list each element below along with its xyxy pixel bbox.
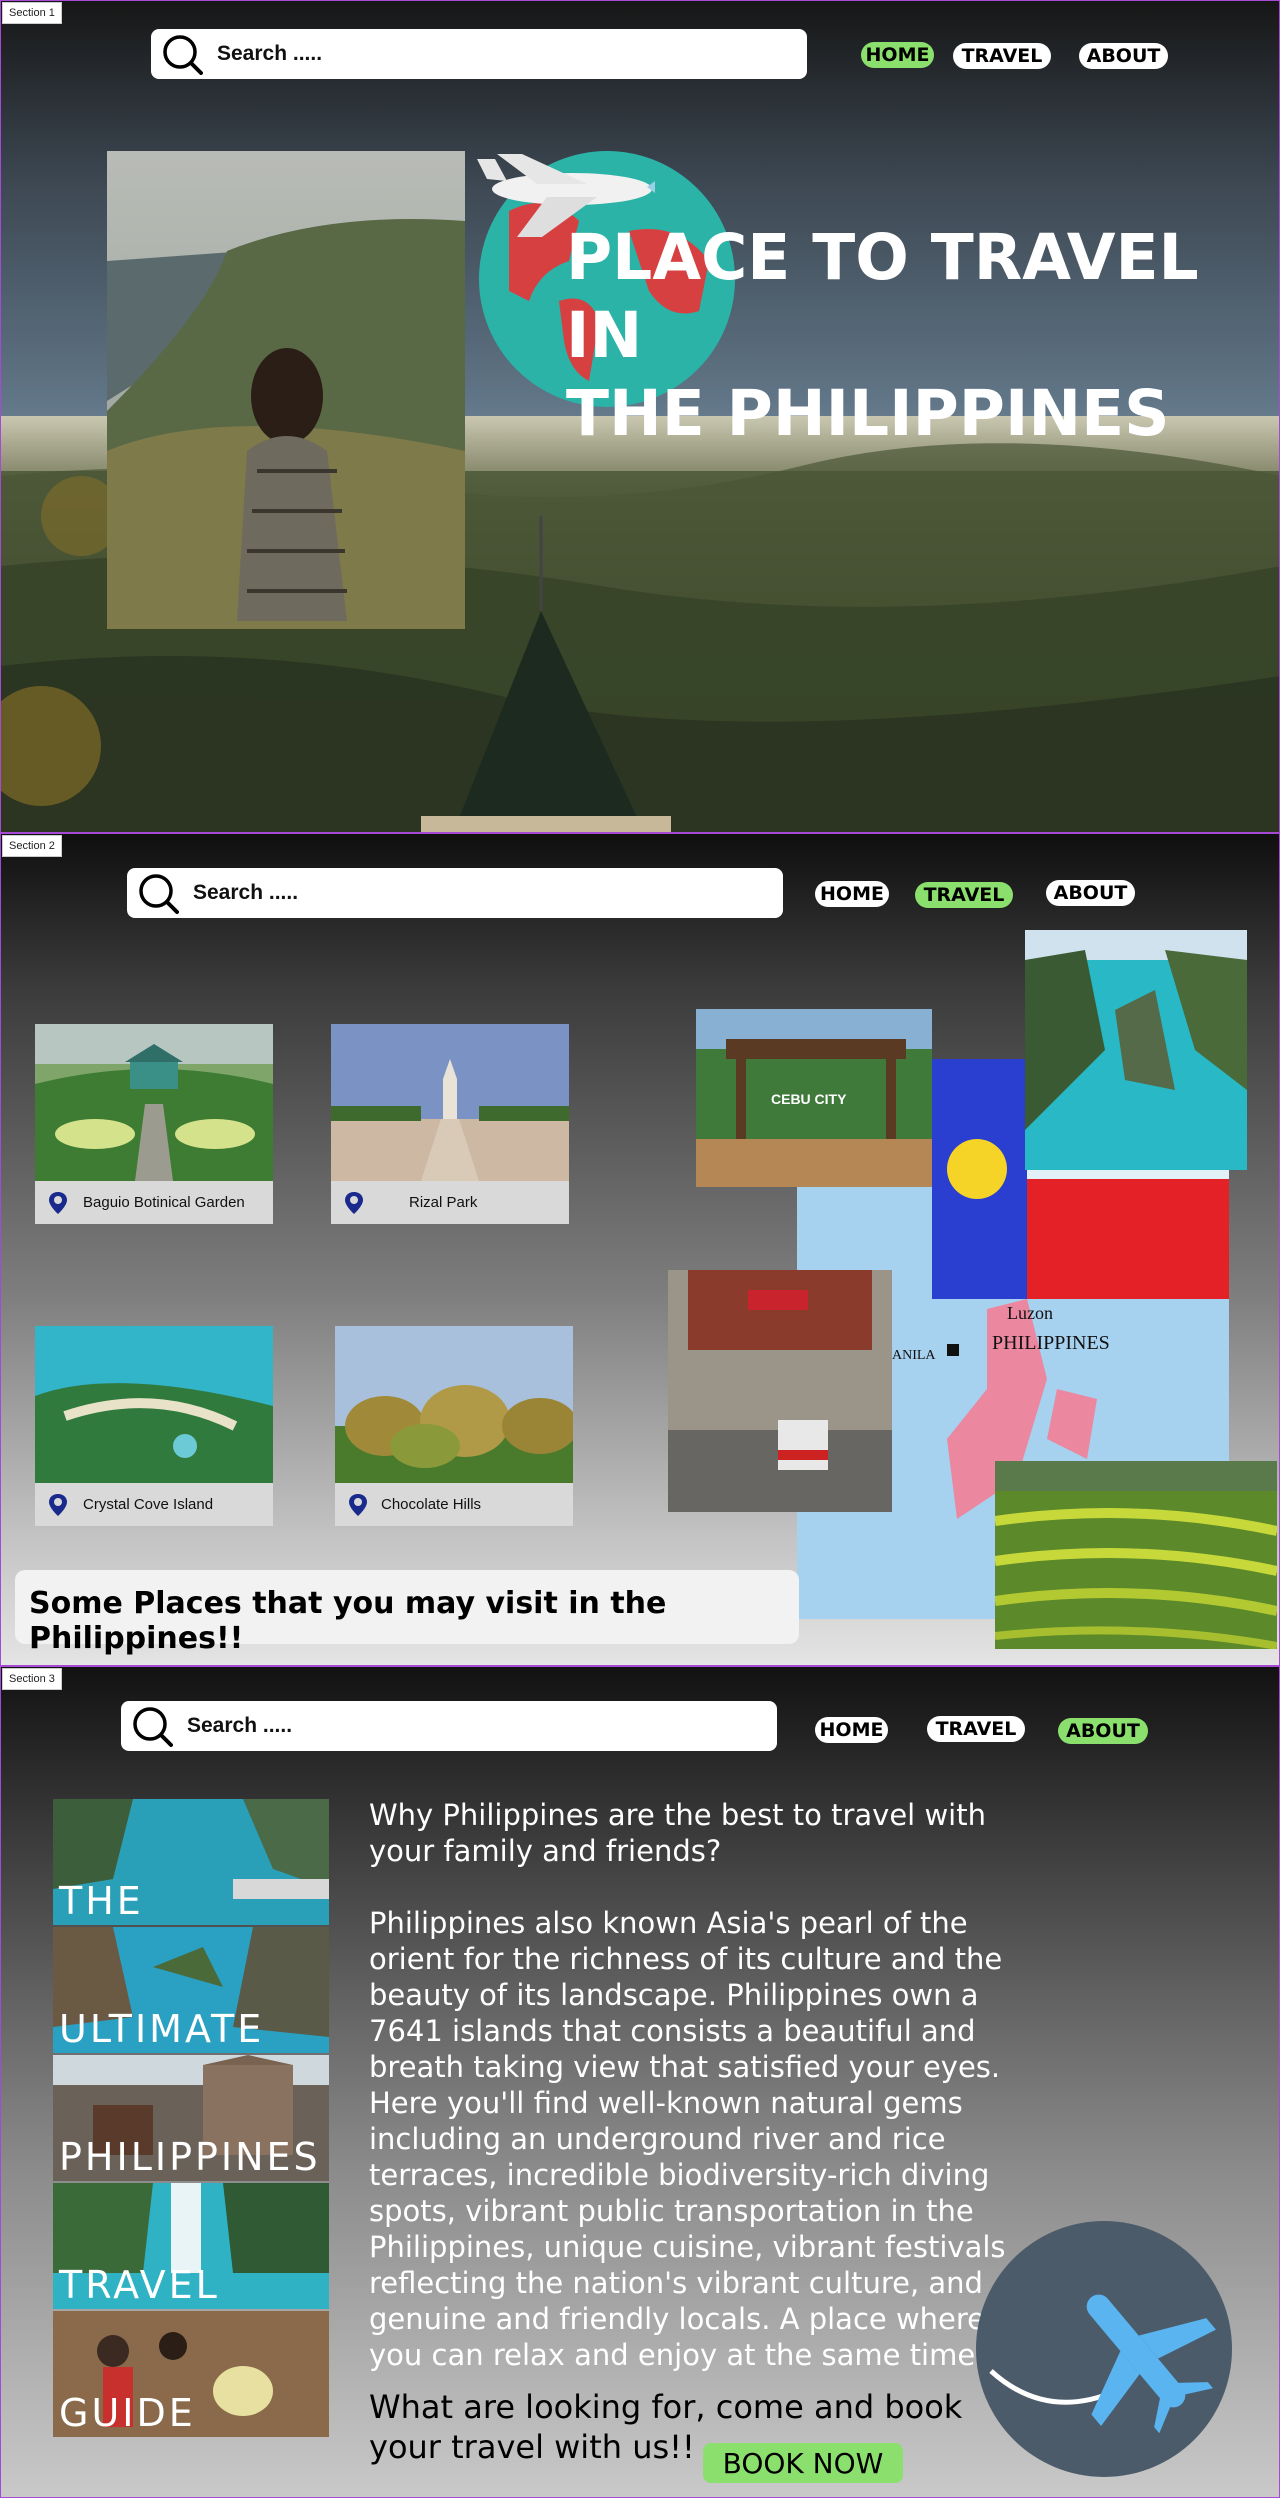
location-pin-icon	[349, 1494, 367, 1516]
section-caption: Some Places that you may visit in the Ph…	[15, 1570, 799, 1656]
guide-strip: ULTIMATE	[53, 1927, 329, 2053]
guide-word: THE	[59, 1879, 144, 1923]
section-tag: Section 1	[2, 2, 62, 24]
section-tag: Section 3	[2, 1668, 62, 1690]
guide-strip: GUIDE	[53, 2311, 329, 2437]
map-label-country: PHILIPPINES	[992, 1332, 1110, 1354]
nav-travel[interactable]: TRAVEL	[927, 1716, 1025, 1742]
cta-question: What are looking for, come and book your…	[369, 2388, 963, 2466]
rice-terraces-photo	[995, 1461, 1277, 1649]
guide-strip: TRAVEL	[53, 2183, 329, 2309]
about-paragraph: Philippines also known Asia's pearl of t…	[369, 1906, 1006, 2372]
park-photo	[331, 1024, 569, 1181]
location-pin-icon	[49, 1192, 67, 1214]
cebu-gate-photo: CEBU CITY	[696, 1009, 932, 1187]
guide-word: GUIDE	[59, 2391, 196, 2435]
search-placeholder: Search .....	[193, 881, 299, 904]
lagoon-photo	[1025, 930, 1247, 1170]
nav-home[interactable]: HOME	[815, 1717, 888, 1743]
place-card-chocolate-hills[interactable]: Chocolate Hills	[335, 1326, 573, 1526]
nav-about[interactable]: ABOUT	[1046, 880, 1135, 906]
place-label: Chocolate Hills	[381, 1496, 482, 1513]
search-input[interactable]: Search .....	[151, 29, 807, 79]
hero-title-line2: THE PHILIPPINES	[566, 377, 1170, 450]
nav-home[interactable]: HOME	[861, 42, 934, 68]
nav-about[interactable]: ABOUT	[1079, 43, 1168, 69]
map-label-city: ANILA	[892, 1348, 936, 1363]
plane-logo	[976, 2221, 1232, 2477]
guide-word: ULTIMATE	[59, 2007, 265, 2051]
hills-photo	[335, 1326, 573, 1483]
map-label-region: Luzon	[1007, 1303, 1053, 1323]
place-card-baguio[interactable]: Baguio Botinical Garden	[35, 1024, 273, 1224]
guide-word: PHILIPPINES	[59, 2135, 321, 2179]
nav-home[interactable]: HOME	[815, 881, 889, 907]
nav-travel[interactable]: TRAVEL	[915, 882, 1013, 908]
section-travel: Section 2 Search ..... HOME TRAVEL ABOUT…	[0, 833, 1280, 1666]
about-question: Why Philippines are the best to travel w…	[369, 1798, 986, 1868]
garden-photo	[35, 1024, 273, 1181]
place-card-rizal[interactable]: Rizal Park	[331, 1024, 569, 1224]
search-input[interactable]: Search .....	[127, 868, 783, 918]
place-label: Baguio Botinical Garden	[83, 1194, 245, 1211]
search-placeholder: Search .....	[217, 42, 323, 65]
section-about: Section 3 Search ..... HOME TRAVEL ABOUT…	[0, 1666, 1280, 2498]
gate-sign-text: CEBU CITY	[771, 1091, 847, 1107]
search-icon	[133, 1707, 173, 1747]
place-label: Crystal Cove Island	[83, 1496, 214, 1513]
guide-word: TRAVEL	[59, 2263, 220, 2307]
section-tag: Section 2	[2, 835, 62, 857]
location-pin-icon	[345, 1192, 363, 1214]
search-placeholder: Search .....	[187, 1714, 293, 1737]
chinatown-photo	[668, 1270, 892, 1512]
airplane-icon	[989, 2294, 1216, 2434]
island-photo	[35, 1326, 273, 1483]
search-icon	[163, 35, 203, 75]
nav-about[interactable]: ABOUT	[1058, 1718, 1148, 1744]
nav-travel[interactable]: TRAVEL	[953, 43, 1051, 69]
location-pin-icon	[49, 1494, 67, 1516]
place-card-crystal-cove[interactable]: Crystal Cove Island	[35, 1326, 273, 1526]
guide-strip: THE	[53, 1799, 329, 1925]
hero-title: PLACE TO TRAVEL IN THE PHILIPPINES	[566, 219, 1266, 453]
book-now-button[interactable]: BOOK NOW	[703, 2443, 903, 2483]
traveler-photo	[107, 151, 465, 629]
hero-title-line1: PLACE TO TRAVEL IN	[566, 221, 1199, 372]
place-label: Rizal Park	[409, 1194, 478, 1211]
search-input[interactable]: Search .....	[121, 1701, 777, 1751]
guide-strip: PHILIPPINES	[53, 2055, 329, 2181]
search-icon	[139, 874, 179, 914]
section-hero: Section 1 Search ..... HOME TRAVEL ABOUT	[0, 0, 1280, 833]
